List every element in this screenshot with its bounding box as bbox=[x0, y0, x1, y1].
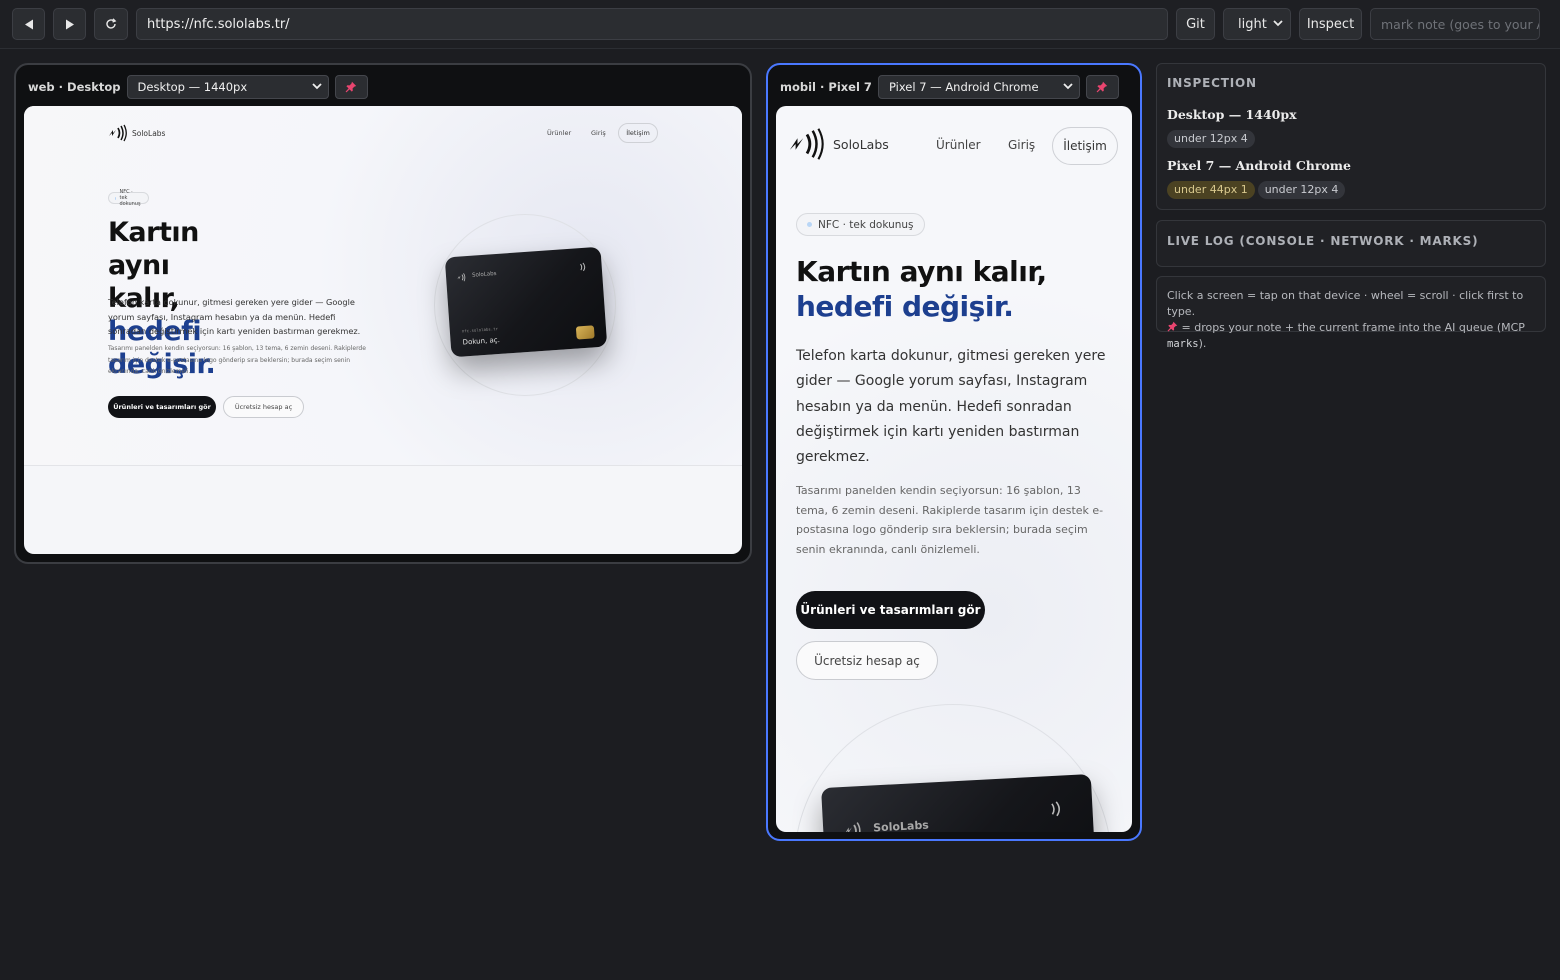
badge-label: NFC · tek dokunuş bbox=[818, 218, 914, 231]
hero-headline: Kartın aynı kalır, hedefi değişir. bbox=[796, 254, 1047, 324]
hero-sub: Tasarımı panelden kendin seçiyorsun: 16 … bbox=[108, 345, 366, 375]
inspection-tags: under 44px 1 under 12px 4 bbox=[1167, 178, 1535, 199]
live-log-panel[interactable]: LIVE LOG (CONSOLE · NETWORK · MARKS) bbox=[1156, 220, 1546, 267]
chevron-down-icon bbox=[311, 83, 322, 90]
site-mobile: SoloLabs Ürünler Giriş İletişim NFC · te… bbox=[776, 106, 1132, 832]
nfc-icon bbox=[789, 128, 824, 160]
cta-secondary[interactable]: Ücretsiz hesap aç bbox=[796, 641, 938, 680]
desktop-device-panel: web · Desktop Desktop — 1440px SoloLabs … bbox=[14, 63, 752, 564]
issue-tag[interactable]: under 12px 4 bbox=[1167, 130, 1255, 148]
nfc-icon bbox=[457, 273, 466, 282]
reload-button[interactable] bbox=[94, 8, 128, 40]
issue-tag[interactable]: under 12px 4 bbox=[1257, 181, 1346, 199]
pin-icon bbox=[1097, 81, 1108, 93]
card-brand: SoloLabs bbox=[872, 818, 930, 832]
chevron-down-icon bbox=[1273, 20, 1283, 27]
nfc-icon bbox=[109, 124, 127, 142]
inspection-panel: INSPECTION Desktop — 1440px under 12px 4… bbox=[1156, 63, 1546, 210]
site-logo[interactable]: SoloLabs bbox=[108, 124, 165, 142]
inspection-device-name: Desktop — 1440px bbox=[1167, 107, 1297, 122]
git-button[interactable]: Git bbox=[1176, 8, 1215, 40]
hero-lead: Telefon karta dokunur, gitmesi gereken y… bbox=[108, 297, 361, 336]
nav-iletisim[interactable]: İletişim bbox=[1052, 127, 1118, 165]
mobile-panel-header: mobil · Pixel 7 Pixel 7 — Android Chrome bbox=[780, 75, 1119, 99]
cta-primary[interactable]: Ürünleri ve tasarımları gör bbox=[796, 591, 985, 629]
back-button[interactable] bbox=[12, 8, 45, 40]
inspection-title: INSPECTION bbox=[1167, 76, 1257, 90]
desktop-screen[interactable]: SoloLabs Ürünler Giriş İletişim NFC · te… bbox=[24, 106, 742, 554]
top-toolbar: https://nfc.sololabs.tr/ Git light Inspe… bbox=[0, 0, 1560, 49]
hero-lead: Telefon karta dokunur, gitmesi gereken y… bbox=[796, 348, 1106, 466]
url-input[interactable]: https://nfc.sololabs.tr/ bbox=[136, 8, 1168, 40]
device-select-value: Pixel 7 — Android Chrome bbox=[888, 80, 1039, 94]
help-line-1: Click a screen = tap on that device · wh… bbox=[1167, 289, 1524, 318]
inspection-device-name: Pixel 7 — Android Chrome bbox=[1167, 158, 1351, 173]
nfc-badge: NFC · tek dokunuş bbox=[108, 189, 150, 207]
mobile-device-panel: mobil · Pixel 7 Pixel 7 — Android Chrome… bbox=[766, 63, 1142, 841]
note-input[interactable]: mark note (goes to your AI) bbox=[1370, 8, 1540, 40]
pin-button[interactable] bbox=[1085, 75, 1119, 99]
contactless-icon bbox=[1051, 801, 1060, 817]
help-line-2: = drops your note + the current frame in… bbox=[1167, 321, 1525, 350]
nav-giris[interactable]: Giriş bbox=[1008, 138, 1035, 152]
card-url: nfc.sololabs.tr bbox=[461, 326, 499, 334]
brand-name: SoloLabs bbox=[833, 136, 889, 152]
headline-line-1: Kartın aynı kalır, bbox=[796, 255, 1047, 288]
badge-dot bbox=[115, 196, 117, 200]
pin-button[interactable] bbox=[334, 75, 368, 99]
mobile-screen[interactable]: SoloLabs Ürünler Giriş İletişim NFC · te… bbox=[776, 106, 1132, 832]
site-logo[interactable]: SoloLabs bbox=[788, 126, 889, 162]
theme-select-value: light bbox=[1238, 16, 1267, 32]
reload-icon bbox=[106, 18, 117, 29]
inspect-button[interactable]: Inspect bbox=[1299, 8, 1362, 40]
help-panel: Click a screen = tap on that device · wh… bbox=[1156, 276, 1546, 350]
pin-icon bbox=[1167, 321, 1178, 332]
cta-secondary[interactable]: Ücretsiz hesap aç bbox=[223, 396, 304, 418]
device-tag: mobil · Pixel 7 bbox=[780, 80, 872, 94]
desktop-panel-header: web · Desktop Desktop — 1440px bbox=[28, 75, 368, 99]
forward-icon bbox=[65, 19, 74, 29]
back-icon bbox=[24, 19, 33, 29]
card-chip bbox=[575, 325, 595, 340]
brand-name: SoloLabs bbox=[132, 128, 166, 138]
card-tagline: Dokun, aç. bbox=[462, 335, 501, 347]
nav-urunler[interactable]: Ürünler bbox=[547, 129, 571, 137]
nav-iletisim[interactable]: İletişim bbox=[618, 123, 658, 143]
theme-select[interactable]: light bbox=[1223, 8, 1291, 40]
device-select-value: Desktop — 1440px bbox=[137, 80, 248, 94]
inspection-tags: under 12px 4 bbox=[1167, 127, 1535, 148]
badge-dot bbox=[807, 222, 812, 227]
issue-tag[interactable]: under 44px 1 bbox=[1167, 181, 1255, 199]
nfc-card: SoloLabs nfc.sololabs.tr Dokun, aç. bbox=[444, 246, 608, 358]
forward-button[interactable] bbox=[53, 8, 86, 40]
nav-urunler[interactable]: Ürünler bbox=[936, 138, 981, 152]
badge-label: NFC · tek dokunuş bbox=[119, 189, 141, 207]
device-select[interactable]: Desktop — 1440px bbox=[126, 75, 329, 99]
hero-sub: Tasarımı panelden kendin seçiyorsun: 16 … bbox=[796, 484, 1104, 556]
headline-line-2: hedefi değişir. bbox=[796, 290, 1014, 323]
device-tag: web · Desktop bbox=[28, 80, 121, 94]
nav-giris[interactable]: Giriş bbox=[591, 129, 606, 137]
chevron-down-icon bbox=[1063, 83, 1073, 90]
nfc-icon bbox=[844, 822, 861, 832]
device-select[interactable]: Pixel 7 — Android Chrome bbox=[877, 75, 1080, 99]
live-log-title: LIVE LOG (CONSOLE · NETWORK · MARKS) bbox=[1167, 234, 1479, 248]
pin-icon bbox=[345, 81, 357, 93]
nfc-badge: NFC · tek dokunuş bbox=[796, 213, 925, 236]
cta-primary[interactable]: Ürünleri ve tasarımları gör bbox=[108, 396, 216, 418]
card-brand: SoloLabs bbox=[471, 270, 497, 279]
contactless-icon bbox=[580, 262, 586, 272]
